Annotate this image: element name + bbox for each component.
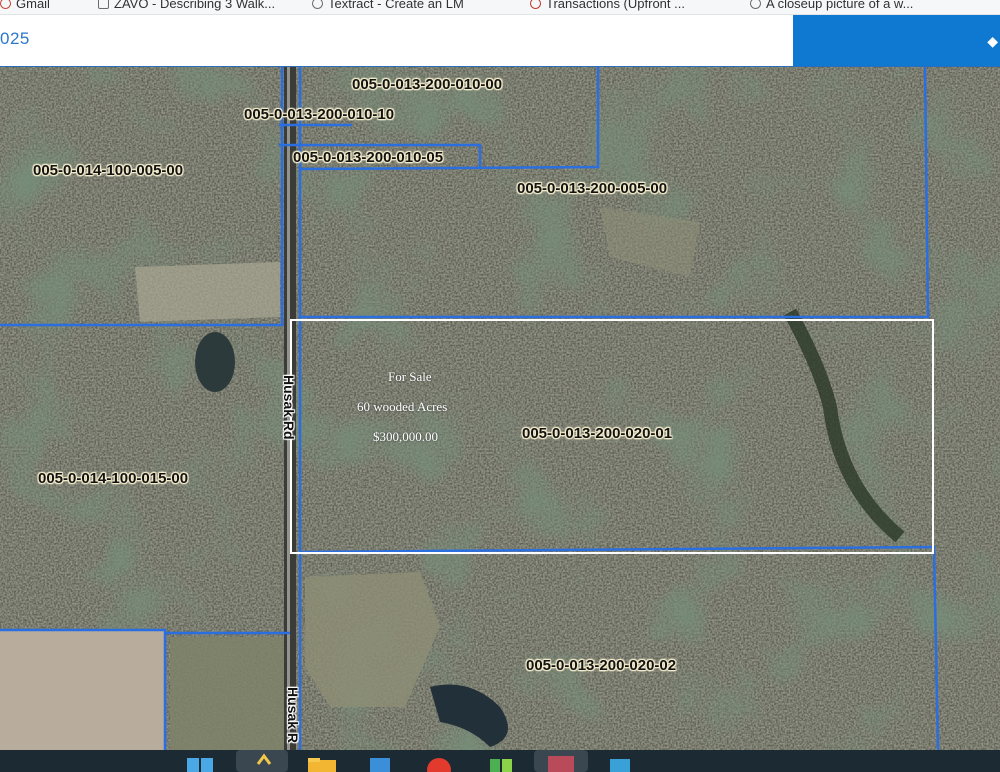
listing-acreage: 60 wooded Acres bbox=[357, 399, 448, 414]
bookmark-item[interactable]: Textract - Create an LM bbox=[312, 0, 464, 11]
globe-icon bbox=[750, 0, 761, 9]
page-icon bbox=[98, 0, 109, 9]
header-action-button[interactable]: ◆ bbox=[793, 15, 1000, 66]
phone-link-icon[interactable] bbox=[486, 756, 516, 772]
edge-icon[interactable] bbox=[606, 756, 634, 772]
road-label: Husak Rd bbox=[281, 375, 297, 440]
bookmark-item[interactable]: ZAVO - Describing 3 Walk... bbox=[98, 0, 275, 11]
parcel-label[interactable]: 005-0-014-100-005-00 bbox=[33, 162, 183, 179]
bookmark-item[interactable]: Transactions (Upfront ... bbox=[530, 0, 685, 11]
chrome-icon[interactable] bbox=[424, 756, 454, 772]
parcel-label[interactable]: 005-0-013-200-010-00 bbox=[352, 76, 502, 93]
store-icon[interactable] bbox=[368, 756, 392, 772]
file-explorer-icon[interactable] bbox=[306, 756, 338, 772]
bookmark-item[interactable]: Gmail bbox=[0, 0, 50, 11]
parcel-label[interactable]: 005-0-013-200-005-00 bbox=[517, 180, 667, 197]
bookmarks-bar: Gmail ZAVO - Describing 3 Walk... Textra… bbox=[0, 0, 1000, 15]
listing-price: $300,000.00 bbox=[373, 429, 438, 444]
app-icon[interactable] bbox=[534, 750, 588, 772]
parcel-label[interactable]: 005-0-014-100-015-00 bbox=[38, 470, 188, 487]
parcel-map[interactable]: 005-0-013-200-010-00 005-0-013-200-010-1… bbox=[0, 67, 1000, 750]
road-label: Husak R bbox=[285, 687, 301, 744]
arrow-icon bbox=[530, 0, 541, 9]
listing-status: For Sale bbox=[388, 369, 432, 384]
parcel-label[interactable]: 005-0-013-200-020-02 bbox=[526, 657, 676, 674]
globe-icon bbox=[312, 0, 323, 9]
app-header: 025 ◆ bbox=[0, 15, 1000, 68]
header-title: 025 bbox=[0, 29, 30, 48]
windows-start-icon[interactable] bbox=[186, 756, 214, 772]
diamond-icon: ◆ bbox=[987, 33, 998, 49]
gmail-icon bbox=[0, 0, 11, 9]
bookmark-item[interactable]: A closeup picture of a w... bbox=[750, 0, 913, 11]
parcel-label[interactable]: 005-0-013-200-010-05 bbox=[293, 149, 443, 166]
parcel-label[interactable]: 005-0-013-200-010-10 bbox=[244, 106, 394, 123]
parcel-label[interactable]: 005-0-013-200-020-01 bbox=[522, 425, 672, 442]
copilot-icon[interactable] bbox=[236, 750, 288, 772]
taskbar bbox=[0, 750, 1000, 772]
